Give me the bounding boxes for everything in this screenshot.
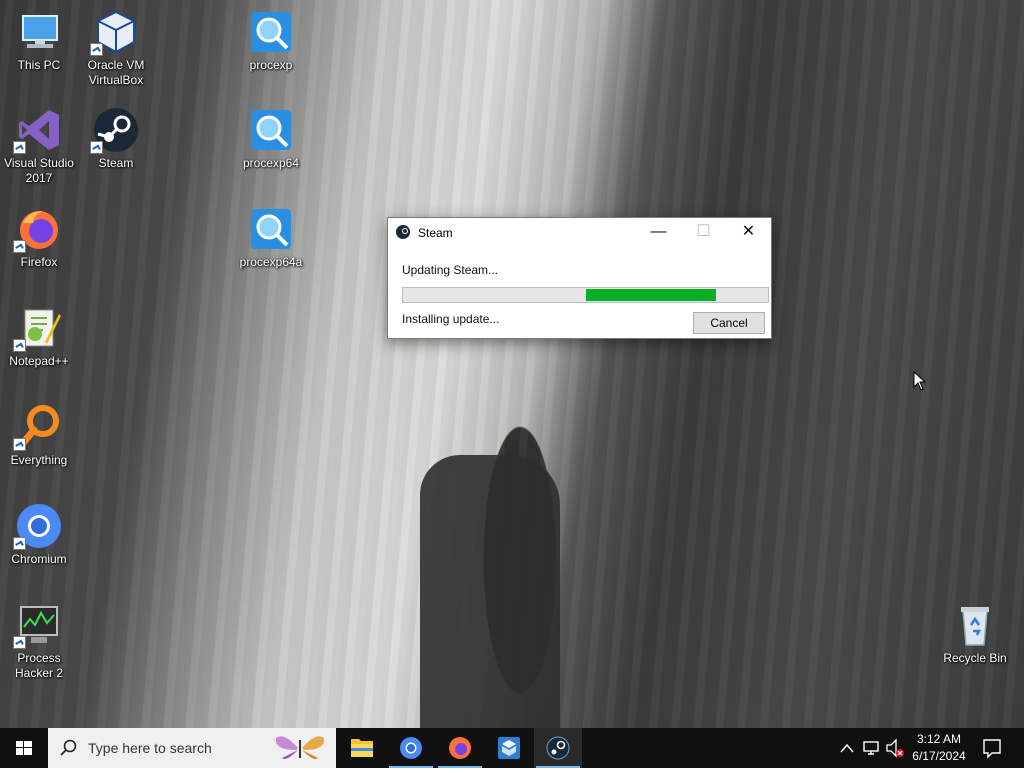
desktop-icon-label: procexp bbox=[249, 58, 293, 72]
mouse-cursor-icon bbox=[913, 371, 927, 391]
desktop-icon-virtualbox[interactable]: Oracle VM VirtualBox bbox=[79, 8, 153, 88]
shortcut-arrow-icon bbox=[13, 537, 26, 550]
visual-studio-icon bbox=[13, 106, 63, 154]
procexp64-icon bbox=[247, 106, 295, 154]
search-highlight-butterfly-icon bbox=[275, 736, 325, 759]
desktop-icon-label: Chromium bbox=[11, 552, 67, 566]
desktop-icon-label: procexp64a bbox=[239, 255, 303, 269]
desktop-icon-procexp64a[interactable]: procexp64a bbox=[234, 205, 308, 270]
clock-date: 6/17/2024 bbox=[912, 749, 966, 763]
chromium-icon bbox=[13, 502, 63, 550]
desktop-icon-label: This PC bbox=[17, 58, 61, 72]
taskbar: Type here to search 3:12 AM 6/17/2024 bbox=[0, 728, 1024, 768]
virtualbox-icon bbox=[90, 8, 140, 56]
volume-muted-icon[interactable] bbox=[884, 728, 906, 768]
desktop-icon-chromium[interactable]: Chromium bbox=[2, 502, 76, 567]
desktop-wallpaper: This PC Visual Studio 2017 Firefox Notep… bbox=[0, 0, 1024, 728]
dialog-title: Steam bbox=[418, 226, 453, 240]
chromium-icon bbox=[400, 737, 422, 759]
steam-update-dialog: Steam — ☐ ✕ Updating Steam... Installing… bbox=[387, 217, 772, 339]
shortcut-arrow-icon bbox=[90, 43, 103, 56]
network-icon[interactable] bbox=[860, 728, 882, 768]
desktop-icon-notepadpp[interactable]: Notepad++ bbox=[2, 304, 76, 369]
shortcut-arrow-icon bbox=[13, 240, 26, 253]
desktop-icon-process-hacker[interactable]: Process Hacker 2 bbox=[2, 601, 76, 681]
desktop-icon-visual-studio[interactable]: Visual Studio 2017 bbox=[2, 106, 76, 186]
start-button[interactable] bbox=[0, 728, 48, 768]
shortcut-arrow-icon bbox=[13, 636, 26, 649]
everything-icon bbox=[13, 403, 63, 451]
desktop-icon-recycle-bin[interactable]: Recycle Bin bbox=[938, 601, 1012, 666]
taskbar-steam[interactable] bbox=[534, 728, 582, 768]
desktop-icon-this-pc[interactable]: This PC bbox=[2, 8, 76, 73]
update-progress-bar bbox=[402, 287, 769, 303]
desktop-icon-procexp64[interactable]: procexp64 bbox=[234, 106, 308, 171]
firefox-icon bbox=[13, 205, 63, 253]
desktop-icon-steam[interactable]: Steam bbox=[79, 106, 153, 171]
desktop-icon-everything[interactable]: Everything bbox=[2, 403, 76, 468]
taskbar-chromium[interactable] bbox=[387, 728, 435, 768]
process-hacker-icon bbox=[13, 601, 63, 649]
desktop-icon-label: Everything bbox=[10, 453, 68, 467]
clock-time: 3:12 AM bbox=[916, 732, 962, 746]
recycle-bin-icon bbox=[951, 601, 999, 649]
wallpaper-rock bbox=[420, 455, 560, 728]
shortcut-arrow-icon bbox=[13, 339, 26, 352]
procexp-icon bbox=[247, 8, 295, 56]
procexp64a-icon bbox=[247, 205, 295, 253]
taskbar-file-explorer[interactable] bbox=[338, 728, 386, 768]
desktop-icon-label: Oracle VM VirtualBox bbox=[87, 58, 145, 87]
desktop-icon-label: procexp64 bbox=[242, 156, 300, 170]
steam-icon bbox=[90, 106, 140, 154]
search-icon bbox=[60, 739, 77, 756]
this-pc-icon bbox=[15, 8, 63, 56]
notifications-icon[interactable] bbox=[980, 728, 1004, 768]
shortcut-arrow-icon bbox=[13, 141, 26, 154]
desktop-icon-firefox[interactable]: Firefox bbox=[2, 205, 76, 270]
search-placeholder: Type here to search bbox=[88, 740, 212, 756]
desktop-icon-procexp[interactable]: procexp bbox=[234, 8, 308, 73]
shortcut-arrow-icon bbox=[90, 141, 103, 154]
taskbar-search-box[interactable]: Type here to search bbox=[48, 728, 336, 768]
desktop-icon-label: Visual Studio 2017 bbox=[4, 156, 74, 185]
taskbar-virtualbox[interactable] bbox=[485, 728, 533, 768]
progress-fill bbox=[586, 289, 716, 301]
taskbar-firefox[interactable] bbox=[436, 728, 484, 768]
steam-icon bbox=[546, 736, 570, 760]
close-button[interactable]: ✕ bbox=[726, 218, 771, 247]
steam-logo-icon bbox=[396, 225, 410, 239]
show-hidden-icons-chevron-icon[interactable] bbox=[838, 728, 856, 768]
windows-logo-icon bbox=[16, 741, 32, 755]
update-status-text: Updating Steam... bbox=[402, 263, 499, 277]
desktop-icon-label: Recycle Bin bbox=[943, 651, 1007, 665]
minimize-button[interactable]: — bbox=[636, 218, 681, 247]
firefox-icon bbox=[449, 737, 471, 759]
desktop-icon-label: Process Hacker 2 bbox=[14, 651, 64, 680]
desktop-icon-label: Steam bbox=[98, 156, 134, 170]
cancel-button[interactable]: Cancel bbox=[693, 312, 765, 334]
desktop-icon-label: Firefox bbox=[20, 255, 58, 269]
shortcut-arrow-icon bbox=[13, 438, 26, 451]
maximize-button: ☐ bbox=[696, 223, 711, 240]
virtualbox-icon bbox=[498, 737, 520, 759]
desktop-icon-label: Notepad++ bbox=[9, 354, 69, 368]
update-detail-text: Installing update... bbox=[402, 312, 500, 326]
file-explorer-icon bbox=[351, 739, 373, 757]
notepadpp-icon bbox=[13, 304, 63, 352]
dialog-title-bar[interactable]: Steam — ☐ ✕ bbox=[388, 218, 771, 248]
taskbar-clock[interactable]: 3:12 AM 6/17/2024 bbox=[905, 731, 973, 765]
